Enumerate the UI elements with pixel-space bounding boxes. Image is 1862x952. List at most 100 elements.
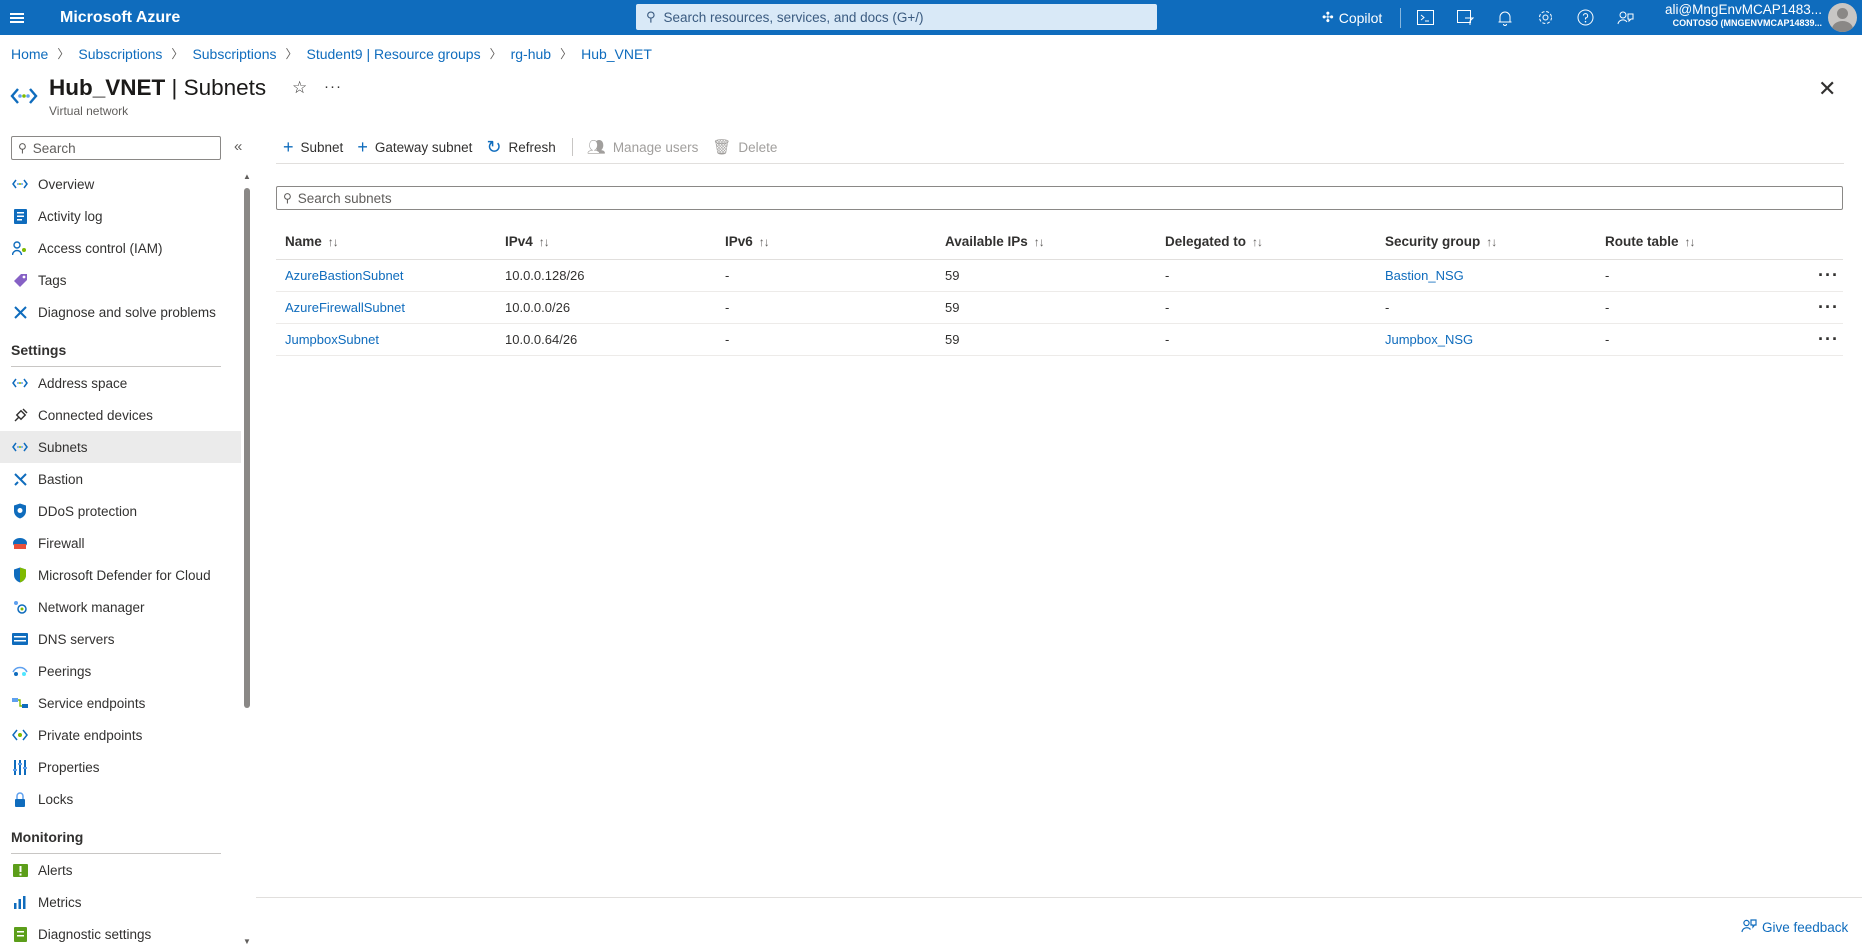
breadcrumb-home[interactable]: Home xyxy=(11,46,48,62)
delete-button[interactable]: 🗑︎ Delete xyxy=(712,140,777,155)
column-header-route-table[interactable]: Route table ↑↓ xyxy=(1596,225,1796,260)
nav-item-activity-log[interactable]: Activity log xyxy=(0,200,241,232)
help-icon[interactable] xyxy=(1565,0,1605,35)
peerings-icon xyxy=(11,662,29,680)
nav-item-connected-devices[interactable]: Connected devices xyxy=(0,399,241,431)
breadcrumb-subscriptions[interactable]: Subscriptions xyxy=(78,46,162,62)
table-row[interactable]: AzureFirewallSubnet 10.0.0.0/26 - 59 - -… xyxy=(276,291,1843,324)
directory-filter-icon[interactable] xyxy=(1445,0,1485,35)
cell-delegated-to: - xyxy=(1156,291,1376,324)
column-header-name[interactable]: Name ↑↓ xyxy=(276,225,496,260)
nav-item-network-manager[interactable]: Network manager xyxy=(0,591,241,623)
lock-icon xyxy=(11,790,29,808)
plug-icon xyxy=(11,406,29,424)
row-more-icon[interactable]: ··· xyxy=(1796,323,1843,356)
scroll-up-icon[interactable]: ▲ xyxy=(243,172,251,181)
nav-item-access-control[interactable]: Access control (IAM) xyxy=(0,232,241,264)
delete-label: Delete xyxy=(738,139,778,155)
diagnostic-settings-icon xyxy=(11,925,29,943)
column-header-ipv4[interactable]: IPv4 ↑↓ xyxy=(496,225,716,260)
global-search-input[interactable]: ⚲ Search resources, services, and docs (… xyxy=(636,4,1157,30)
row-more-icon[interactable]: ··· xyxy=(1796,259,1843,292)
sort-icon[interactable]: ↑↓ xyxy=(1252,235,1263,249)
nav-item-defender[interactable]: Microsoft Defender for Cloud xyxy=(0,559,241,591)
column-header-available-ips[interactable]: Available IPs ↑↓ xyxy=(936,225,1156,260)
add-subnet-button[interactable]: + Subnet xyxy=(283,138,343,156)
security-group-link[interactable]: Bastion_NSG xyxy=(1376,259,1596,292)
nav-item-bastion[interactable]: Bastion xyxy=(0,463,241,495)
nav-item-locks[interactable]: Locks xyxy=(0,783,241,815)
collapse-nav-icon[interactable]: « xyxy=(234,138,242,155)
more-options-icon[interactable]: ··· xyxy=(324,78,342,95)
plus-icon: + xyxy=(357,137,368,157)
refresh-label: Refresh xyxy=(508,139,556,155)
subnet-search-input[interactable]: ⚲ Search subnets xyxy=(276,186,1843,210)
sort-icon[interactable]: ↑↓ xyxy=(1486,235,1497,249)
cloud-shell-icon[interactable] xyxy=(1405,0,1445,35)
favorite-star-icon[interactable]: ☆ xyxy=(292,78,307,98)
security-group-link[interactable]: Jumpbox_NSG xyxy=(1376,323,1596,356)
breadcrumb-rg-hub[interactable]: rg-hub xyxy=(511,46,551,62)
sort-icon[interactable]: ↑↓ xyxy=(759,235,770,249)
nav-item-firewall[interactable]: Firewall xyxy=(0,527,241,559)
scroll-down-icon[interactable]: ▼ xyxy=(243,937,251,946)
hamburger-icon xyxy=(10,16,24,19)
nav-item-address-space[interactable]: Address space xyxy=(0,367,241,399)
nav-item-overview[interactable]: Overview xyxy=(0,168,241,200)
nav-item-dns-servers[interactable]: DNS servers xyxy=(0,623,241,655)
sort-icon[interactable]: ↑↓ xyxy=(328,235,339,249)
table-row[interactable]: AzureBastionSubnet 10.0.0.128/26 - 59 - … xyxy=(276,259,1843,292)
refresh-button[interactable]: ↻ Refresh xyxy=(486,138,555,156)
add-gateway-subnet-button[interactable]: + Gateway subnet xyxy=(357,138,472,156)
account-email: ali@MngEnvMCAP1483... xyxy=(1664,2,1822,17)
nav-item-properties[interactable]: Properties xyxy=(0,751,241,783)
nav-item-label: Connected devices xyxy=(38,407,153,423)
sort-icon[interactable]: ↑↓ xyxy=(1034,235,1045,249)
column-header-label: Delegated to xyxy=(1165,234,1247,250)
row-more-icon[interactable]: ··· xyxy=(1796,291,1843,324)
scrollbar-thumb[interactable] xyxy=(244,188,250,708)
nav-item-subnets[interactable]: Subnets xyxy=(0,431,241,463)
feedback-icon[interactable] xyxy=(1605,0,1645,35)
sort-icon[interactable]: ↑↓ xyxy=(1685,235,1696,249)
nav-item-tags[interactable]: Tags xyxy=(0,264,241,296)
sort-icon[interactable]: ↑↓ xyxy=(539,235,550,249)
breadcrumb-resource-groups[interactable]: Student9 | Resource groups xyxy=(307,46,481,62)
nav-item-diagnose[interactable]: Diagnose and solve problems xyxy=(0,296,241,328)
give-feedback-link[interactable]: Give feedback xyxy=(1741,918,1848,936)
account-info[interactable]: ali@MngEnvMCAP1483... CONTOSO (MNGENVMCA… xyxy=(1662,2,1822,28)
nav-item-ddos-protection[interactable]: DDoS protection xyxy=(0,495,241,527)
iam-icon xyxy=(11,239,29,257)
subnets-table: Name ↑↓ IPv4 ↑↓ IPv6 ↑↓ Available IPs ↑↓ Del… xyxy=(276,225,1843,356)
subnet-name-link[interactable]: JumpboxSubnet xyxy=(276,323,496,356)
copilot-button[interactable]: ✣ Copilot xyxy=(1322,9,1382,26)
column-header-security-group[interactable]: Security group ↑↓ xyxy=(1376,225,1596,260)
settings-icon[interactable] xyxy=(1525,0,1565,35)
avatar[interactable] xyxy=(1828,3,1857,32)
nav-scrollbar[interactable]: ▲ ▼ xyxy=(241,168,253,952)
breadcrumb-subscriptions-2[interactable]: Subscriptions xyxy=(192,46,276,62)
nav-item-private-endpoints[interactable]: Private endpoints xyxy=(0,719,241,751)
chevron-right-icon: 〉 xyxy=(171,47,184,61)
subnet-name-link[interactable]: AzureFirewallSubnet xyxy=(276,291,496,324)
cell-route-table: - xyxy=(1596,291,1796,324)
manage-users-button[interactable]: 👥︎ Manage users xyxy=(587,140,699,155)
table-row[interactable]: JumpboxSubnet 10.0.0.64/26 - 59 - Jumpbo… xyxy=(276,323,1843,356)
nav-search-input[interactable]: ⚲ Search xyxy=(11,136,221,160)
breadcrumb-hub-vnet[interactable]: Hub_VNET xyxy=(581,46,652,62)
nav-item-metrics[interactable]: Metrics xyxy=(0,886,241,918)
nav-item-service-endpoints[interactable]: Service endpoints xyxy=(0,687,241,719)
nav-item-diagnostic-settings[interactable]: Diagnostic settings xyxy=(0,918,241,950)
subnet-name-link[interactable]: AzureBastionSubnet xyxy=(276,259,496,292)
brand-label[interactable]: Microsoft Azure xyxy=(60,9,180,27)
metrics-icon xyxy=(11,893,29,911)
nav-item-alerts[interactable]: Alerts xyxy=(0,854,241,886)
column-header-delegated-to[interactable]: Delegated to ↑↓ xyxy=(1156,225,1376,260)
close-icon[interactable]: ✕ xyxy=(1818,76,1836,102)
nav-item-peerings[interactable]: Peerings xyxy=(0,655,241,687)
notifications-icon[interactable] xyxy=(1485,0,1525,35)
cell-ipv4: 10.0.0.64/26 xyxy=(496,323,716,356)
private-endpoint-icon xyxy=(11,726,29,744)
portal-menu-button[interactable] xyxy=(2,0,32,35)
column-header-ipv6[interactable]: IPv6 ↑↓ xyxy=(716,225,936,260)
